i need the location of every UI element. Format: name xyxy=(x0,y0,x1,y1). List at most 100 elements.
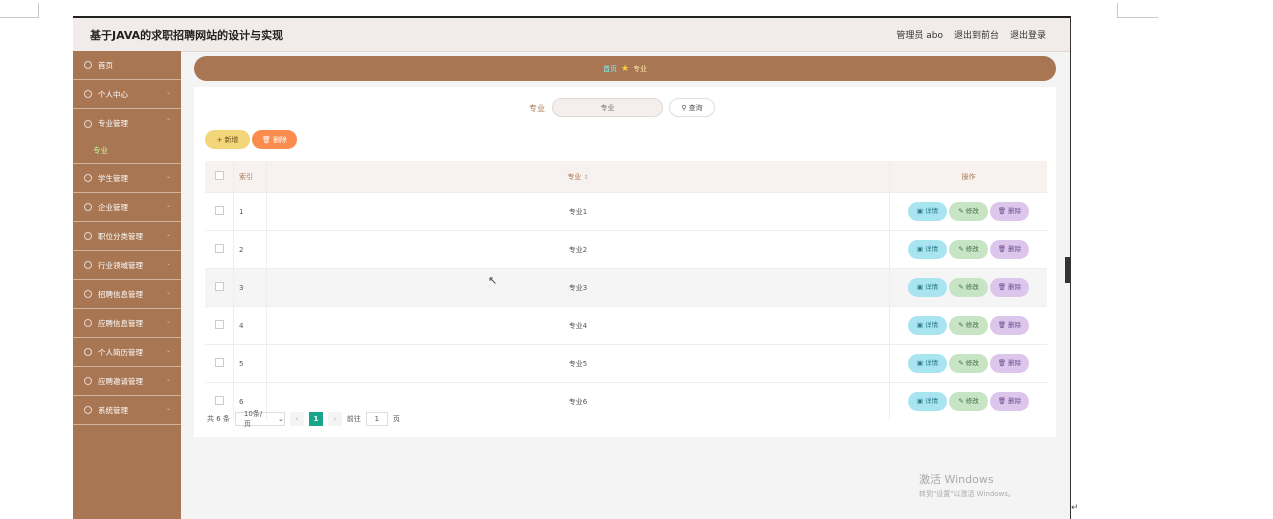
table-row: 3 专业3 ▣ 详情 ✎ 修改 🗑 删除 xyxy=(205,268,1047,307)
detail-button[interactable]: ▣ 详情 xyxy=(908,316,947,335)
major-table: 索引 专业 ⇕ 操作 1 专业1 ▣ 详情 ✎ 修改 🗑 删除 2 专业2 ▣ 详情… xyxy=(205,161,1047,420)
row-index: 3 xyxy=(233,268,267,307)
scrollbar-handle[interactable] xyxy=(1065,257,1070,283)
edit-button[interactable]: ✎ 修改 xyxy=(949,392,988,411)
delete-button[interactable]: 🗑 删除 xyxy=(990,278,1029,297)
chevron-down-icon: ⌄ xyxy=(165,405,171,412)
search-button[interactable]: ⚲ 查询 xyxy=(669,98,715,117)
chevron-down-icon: ⌄ xyxy=(165,318,171,325)
app-window: 基于JAVA的求职招聘网站的设计与实现 管理员 abo 退出到前台 退出登录 首… xyxy=(73,16,1071,519)
sidebar: 首页 个人中心 ⌄ 专业管理 ⌃ 专业 学生管理 ⌄ 企业管理 ⌄ 职位分类管理 ⌄ 行业… xyxy=(73,51,181,519)
edit-button[interactable]: ✎ 修改 xyxy=(949,316,988,335)
row-name: 专业2 xyxy=(266,230,890,269)
sidebar-item-students[interactable]: 学生管理 ⌄ xyxy=(73,164,181,193)
plus-icon: + xyxy=(216,135,223,144)
column-header-index: 索引 xyxy=(233,161,267,193)
detail-button[interactable]: ▣ 详情 xyxy=(908,240,947,259)
content-panel: 专业 ⚲查询 +新增 🗑删除 索引 专业 ⇕ 操作 1 专业1 ▣ 详情 xyxy=(194,87,1056,437)
row-index: 1 xyxy=(233,192,267,231)
row-checkbox[interactable] xyxy=(214,358,224,367)
sidebar-subitem-major[interactable]: 专业 xyxy=(73,138,181,164)
row-name: 专业4 xyxy=(266,306,890,345)
sidebar-item-job-categories[interactable]: 职位分类管理 ⌄ xyxy=(73,222,181,251)
chevron-down-icon: ⌄ xyxy=(165,173,171,180)
trash-icon: 🗑 xyxy=(262,135,271,144)
page-corner-mark xyxy=(1117,3,1158,18)
home-icon xyxy=(84,61,92,69)
sidebar-item-home[interactable]: 首页 xyxy=(73,51,181,80)
list-icon xyxy=(84,261,92,269)
table-header-row: 索引 专业 ⇕ 操作 xyxy=(205,161,1047,193)
prev-page-button[interactable]: ‹ xyxy=(289,412,304,426)
mouse-cursor-icon: ↖ xyxy=(488,274,498,287)
sidebar-item-invitations[interactable]: 应聘邀请管理 ⌄ xyxy=(73,367,181,396)
delete-button[interactable]: 🗑 删除 xyxy=(990,392,1029,411)
row-index: 2 xyxy=(233,230,267,269)
breadcrumb-home[interactable]: 首页 xyxy=(603,64,617,74)
detail-button[interactable]: ▣ 详情 xyxy=(908,354,947,373)
add-button[interactable]: + 新增 xyxy=(205,130,250,149)
delete-button[interactable]: 🗑 删除 xyxy=(990,202,1029,221)
edit-button[interactable]: ✎ 修改 xyxy=(949,354,988,373)
sidebar-item-companies[interactable]: 企业管理 ⌄ xyxy=(73,193,181,222)
search-input[interactable] xyxy=(552,98,663,117)
list-icon xyxy=(84,348,92,356)
chevron-down-icon: ⌄ xyxy=(165,347,171,354)
header-links: 管理员 abo 退出到前台 退出登录 xyxy=(896,28,1046,41)
goto-page-input[interactable]: 1 xyxy=(365,412,388,426)
chevron-down-icon: ⌄ xyxy=(165,376,171,383)
list-icon xyxy=(84,290,92,298)
sidebar-item-resumes[interactable]: 个人简历管理 ⌄ xyxy=(73,338,181,367)
row-checkbox[interactable] xyxy=(214,244,224,253)
page-number-current[interactable]: 1 xyxy=(308,412,323,426)
delete-button[interactable]: 🗑 删除 xyxy=(990,316,1029,335)
exit-to-front-link[interactable]: 退出到前台 xyxy=(954,28,999,41)
edit-button[interactable]: ✎ 修改 xyxy=(949,202,988,221)
delete-button[interactable]: 🗑 删除 xyxy=(990,240,1029,259)
select-all-checkbox[interactable] xyxy=(214,171,224,180)
sidebar-item-profile[interactable]: 个人中心 ⌄ xyxy=(73,80,181,109)
paragraph-mark-icon: ↵ xyxy=(1071,503,1079,513)
list-icon xyxy=(84,377,92,385)
detail-button[interactable]: ▣ 详情 xyxy=(908,278,947,297)
edit-button[interactable]: ✎ 修改 xyxy=(949,240,988,259)
admin-label: 管理员 abo xyxy=(896,31,943,41)
detail-button[interactable]: ▣ 详情 xyxy=(908,392,947,411)
chevron-down-icon: ⌄ xyxy=(165,89,171,96)
user-icon xyxy=(84,90,92,98)
goto-label: 前往 xyxy=(346,415,361,423)
chevron-down-icon: ⌄ xyxy=(165,260,171,267)
row-index: 4 xyxy=(233,306,267,345)
row-checkbox[interactable] xyxy=(214,282,224,291)
bulk-delete-button[interactable]: 🗑 删除 xyxy=(252,130,297,149)
chevron-down-icon: ⌄ xyxy=(165,202,171,209)
chevron-down-icon: ⌄ xyxy=(165,289,171,296)
logout-link[interactable]: 退出登录 xyxy=(1010,28,1046,41)
column-header-name[interactable]: 专业 ⇕ xyxy=(266,161,890,193)
edit-button[interactable]: ✎ 修改 xyxy=(949,278,988,297)
search-icon: ⚲ xyxy=(681,103,687,112)
chevron-down-icon: ⌄ xyxy=(165,231,171,238)
sidebar-item-applications[interactable]: 应聘信息管理 ⌄ xyxy=(73,309,181,338)
row-checkbox[interactable] xyxy=(214,320,224,329)
sidebar-item-industries[interactable]: 行业领域管理 ⌄ xyxy=(73,251,181,280)
list-icon xyxy=(84,119,92,128)
sort-icon[interactable]: ⇕ xyxy=(584,174,589,181)
star-icon: ★ xyxy=(620,63,630,74)
page-corner-mark xyxy=(0,3,39,18)
row-name: 专业3 xyxy=(266,268,890,307)
page-unit: 页 xyxy=(392,415,400,423)
page-size-select[interactable]: 10条/页 ⌄ xyxy=(234,410,285,428)
sidebar-item-system[interactable]: 系统管理 ⌄ xyxy=(73,396,181,425)
sidebar-item-recruitment[interactable]: 招聘信息管理 ⌄ xyxy=(73,280,181,309)
next-page-button[interactable]: › xyxy=(327,412,342,426)
delete-button[interactable]: 🗑 删除 xyxy=(990,354,1029,373)
detail-button[interactable]: ▣ 详情 xyxy=(908,202,947,221)
breadcrumb-current: 专业 xyxy=(633,64,648,73)
sidebar-item-major[interactable]: 专业管理 ⌃ xyxy=(73,109,181,138)
search-label: 专业 xyxy=(529,104,545,113)
row-checkbox[interactable] xyxy=(214,206,224,215)
list-icon xyxy=(84,232,92,240)
list-icon xyxy=(84,319,92,327)
row-checkbox[interactable] xyxy=(214,396,224,405)
